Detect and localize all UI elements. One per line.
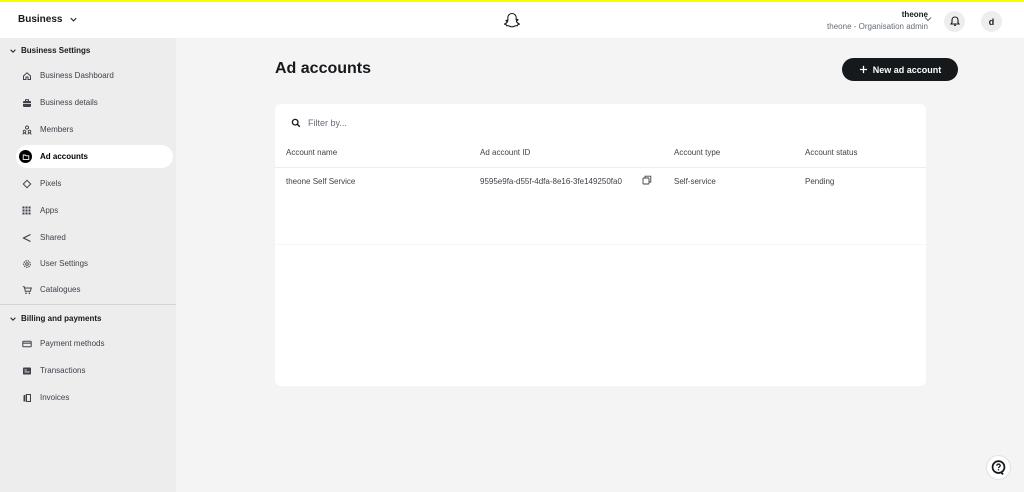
share-icon xyxy=(21,232,32,243)
section-billing-and-payments[interactable]: Billing and payments xyxy=(9,314,101,323)
help-button[interactable] xyxy=(986,455,1011,480)
section-label: Business Settings xyxy=(21,46,91,55)
sidebar-item-label: Apps xyxy=(40,206,59,215)
sidebar-item-transactions[interactable]: Transactions xyxy=(16,359,173,382)
help-icon xyxy=(991,460,1006,475)
sidebar-item-label: Ad accounts xyxy=(40,152,89,161)
new-ad-account-label: New ad account xyxy=(872,64,942,75)
chevron-down-icon xyxy=(10,316,16,321)
briefcase-icon xyxy=(21,97,32,108)
cell-account-name[interactable]: theone Self Service xyxy=(286,177,355,186)
filter-bar xyxy=(291,116,591,130)
sidebar-item-members[interactable]: Members xyxy=(16,118,173,141)
sidebar: Business Settings Business Dashboard Bus… xyxy=(0,38,176,492)
avatar[interactable]: d xyxy=(981,11,1002,32)
user-role: theone - Organisation admin xyxy=(827,22,928,31)
header-divider xyxy=(275,167,926,168)
column-header-account-name[interactable]: Account name xyxy=(286,148,337,157)
user-info[interactable]: theone theone - Organisation admin xyxy=(827,10,928,31)
home-icon xyxy=(21,70,32,81)
sidebar-item-payment-methods[interactable]: Payment methods xyxy=(16,332,173,355)
section-business-settings[interactable]: Business Settings xyxy=(9,46,90,55)
sidebar-item-label: Invoices xyxy=(40,393,70,402)
sidebar-item-invoices[interactable]: Invoices xyxy=(16,386,173,409)
sidebar-item-label: Members xyxy=(40,125,74,134)
search-icon xyxy=(291,118,301,128)
sidebar-item-business-dashboard[interactable]: Business Dashboard xyxy=(16,64,173,87)
sidebar-item-label: Business Dashboard xyxy=(40,71,114,80)
receipt-icon xyxy=(21,365,32,376)
cell-account-status: Pending xyxy=(805,177,835,186)
sidebar-item-ad-accounts[interactable]: Ad accounts xyxy=(16,145,173,168)
business-switcher[interactable]: Business xyxy=(18,14,78,25)
section-divider xyxy=(0,304,176,305)
brand-label: Business xyxy=(18,14,63,25)
sidebar-item-catalogues[interactable]: Catalogues xyxy=(16,278,173,301)
notifications-button[interactable] xyxy=(944,11,965,32)
copy-icon[interactable] xyxy=(642,175,652,185)
column-header-account-type[interactable]: Account type xyxy=(674,148,720,157)
plus-icon xyxy=(859,65,867,74)
chevron-down-icon[interactable] xyxy=(923,14,933,24)
bell-icon xyxy=(949,16,960,26)
filter-input[interactable] xyxy=(308,118,558,128)
cell-ad-account-id: 9595e9fa-d55f-4dfa-8e16-3fe149250fa0 xyxy=(480,177,622,186)
sidebar-item-label: Transactions xyxy=(40,366,86,375)
cart-icon xyxy=(21,284,32,295)
members-icon xyxy=(21,124,32,135)
sidebar-item-user-settings[interactable]: User Settings xyxy=(16,252,173,275)
sidebar-item-pixels[interactable]: Pixels xyxy=(16,172,173,195)
sidebar-item-apps[interactable]: Apps xyxy=(16,199,173,222)
sidebar-item-label: User Settings xyxy=(40,259,89,268)
invoice-icon xyxy=(21,392,32,403)
sidebar-item-business-details[interactable]: Business details xyxy=(16,91,173,114)
column-header-ad-account-id[interactable]: Ad account ID xyxy=(480,148,530,157)
row-divider xyxy=(275,244,926,245)
sidebar-item-label: Business details xyxy=(40,98,98,107)
top-bar: Business theone theone - Organisation ad… xyxy=(0,0,1024,38)
ad-accounts-table-card: Account name Ad account ID Account type … xyxy=(275,104,926,386)
sidebar-item-label: Shared xyxy=(40,233,66,242)
sidebar-item-label: Catalogues xyxy=(40,285,81,294)
new-ad-account-button[interactable]: New ad account xyxy=(842,58,958,81)
user-name: theone xyxy=(901,10,928,19)
sidebar-item-shared[interactable]: Shared xyxy=(16,226,173,249)
sidebar-item-label: Pixels xyxy=(40,179,62,188)
gear-icon xyxy=(21,258,32,269)
diamond-icon xyxy=(21,178,32,189)
grid-icon xyxy=(21,205,32,216)
page-title: Ad accounts xyxy=(275,60,372,77)
credit-card-icon xyxy=(21,338,32,349)
snapchat-ghost-icon[interactable] xyxy=(502,11,522,31)
folder-icon xyxy=(19,150,32,163)
column-header-account-status[interactable]: Account status xyxy=(805,148,857,157)
chevron-down-icon xyxy=(70,17,78,22)
sidebar-item-label: Payment methods xyxy=(40,339,105,348)
chevron-down-icon xyxy=(10,48,16,53)
cell-account-type: Self-service xyxy=(674,177,716,186)
section-label: Billing and payments xyxy=(21,314,102,323)
